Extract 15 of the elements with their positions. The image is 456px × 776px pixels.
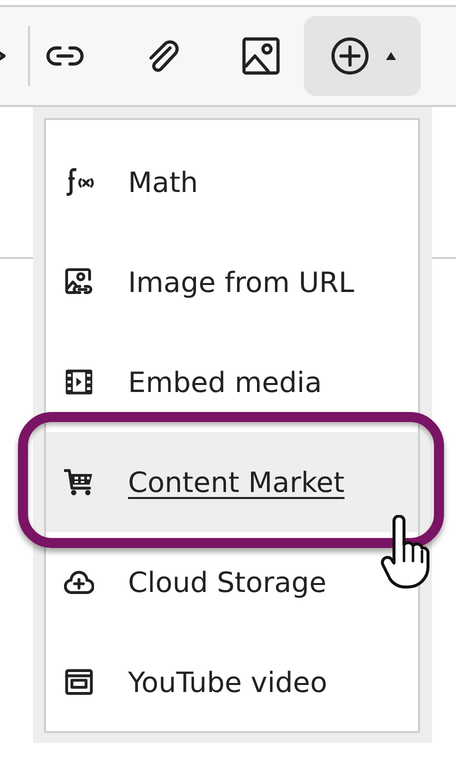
add-icon bbox=[330, 36, 370, 76]
image-icon bbox=[241, 36, 281, 76]
menu-item[interactable]: Image from URL bbox=[46, 232, 418, 332]
menu-item[interactable]: Content Market bbox=[46, 432, 418, 532]
cart-icon bbox=[64, 467, 94, 497]
film-icon bbox=[64, 367, 94, 397]
menu-item[interactable]: YouTube video bbox=[46, 632, 418, 732]
menu-item[interactable]: Math bbox=[46, 132, 418, 232]
function-icon bbox=[64, 167, 94, 197]
window-icon bbox=[64, 667, 94, 697]
image-link-icon bbox=[64, 267, 94, 297]
chevron-icon bbox=[0, 50, 6, 62]
menu-item[interactable]: Embed media bbox=[46, 332, 418, 432]
insert-button[interactable] bbox=[304, 16, 421, 96]
caret-icon bbox=[386, 52, 396, 60]
